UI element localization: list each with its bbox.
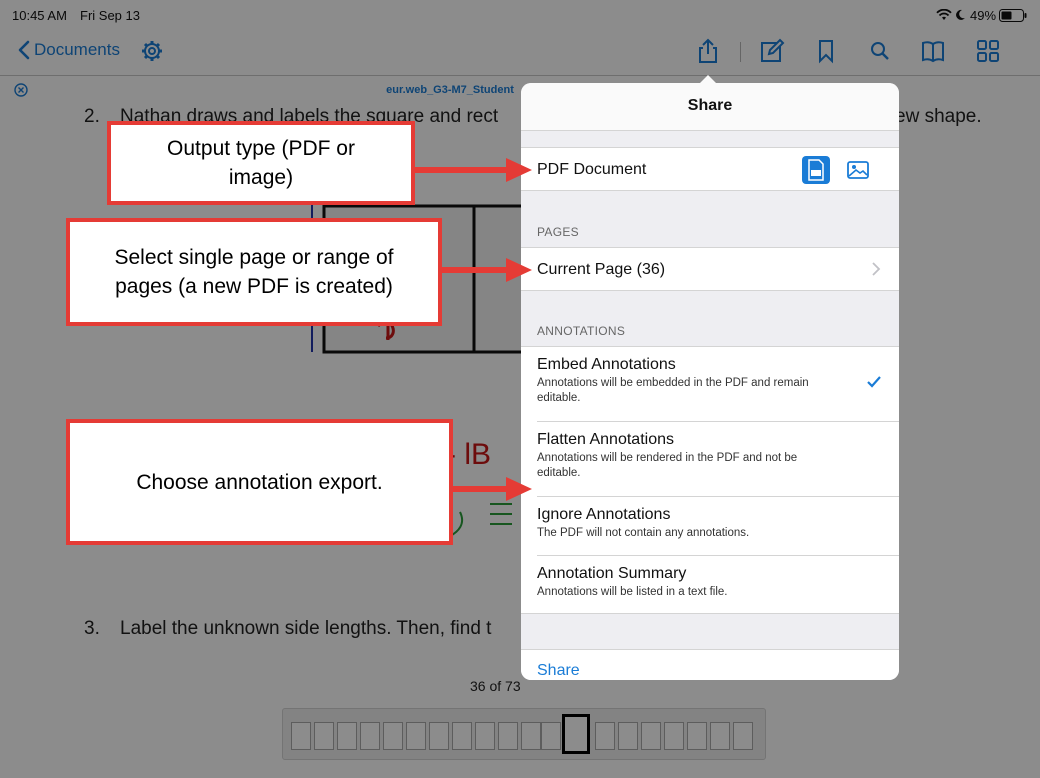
annotation-options-list: Embed Annotations Annotations will be em… [521,346,899,614]
option-title: Embed Annotations [537,356,676,373]
share-button[interactable]: Share [537,662,580,680]
output-type-row[interactable]: PDF Document [521,147,899,191]
option-title: Ignore Annotations [537,506,671,523]
checkmark-icon [867,376,881,388]
output-type-label: PDF Document [537,161,647,178]
option-subtitle: The PDF will not contain any annotations… [537,527,750,539]
annotations-section-label: ANNOTATIONS [537,324,626,338]
pdf-format-button[interactable] [802,156,830,184]
option-subtitle: Annotations will be embedded in the PDF … [537,377,809,404]
arrow-pages [441,258,532,282]
annotation-summary-option[interactable]: Annotation Summary Annotations will be l… [521,556,899,614]
callout-pages: Select single page or range of pages (a … [66,218,442,326]
option-title: Flatten Annotations [537,431,674,448]
option-subtitle: Annotations will be rendered in the PDF … [537,452,798,479]
option-title: Annotation Summary [537,565,687,582]
option-subtitle: Annotations will be listed in a text fil… [537,586,728,598]
pages-section-label: PAGES [537,225,579,239]
share-button-row[interactable]: Share [521,649,899,680]
callout-text: Choose annotation export. [136,470,383,494]
ignore-annotations-option[interactable]: Ignore Annotations The PDF will not cont… [521,497,899,555]
embed-annotations-option[interactable]: Embed Annotations Annotations will be em… [521,347,899,421]
page-range-label: Current Page (36) [537,261,666,278]
callout-output-type: Output type (PDF or image) [107,121,415,205]
image-format-icon[interactable] [846,158,870,182]
arrow-output-type [414,158,532,182]
callout-annotations: Choose annotation export. [66,419,453,545]
flatten-annotations-option[interactable]: Flatten Annotations Annotations will be … [521,422,899,496]
chevron-right-icon [872,262,881,276]
arrow-annotations [452,477,532,501]
pdf-file-icon [808,159,824,181]
popover-title: Share [521,83,899,131]
page-range-row[interactable]: Current Page (36) [521,247,899,291]
share-popover: Share PDF Document PAGES Current Page (3… [521,83,899,680]
callout-text: Output type (PDF or image) [167,137,355,189]
callout-text: Select single page or range of pages (a … [114,246,394,298]
